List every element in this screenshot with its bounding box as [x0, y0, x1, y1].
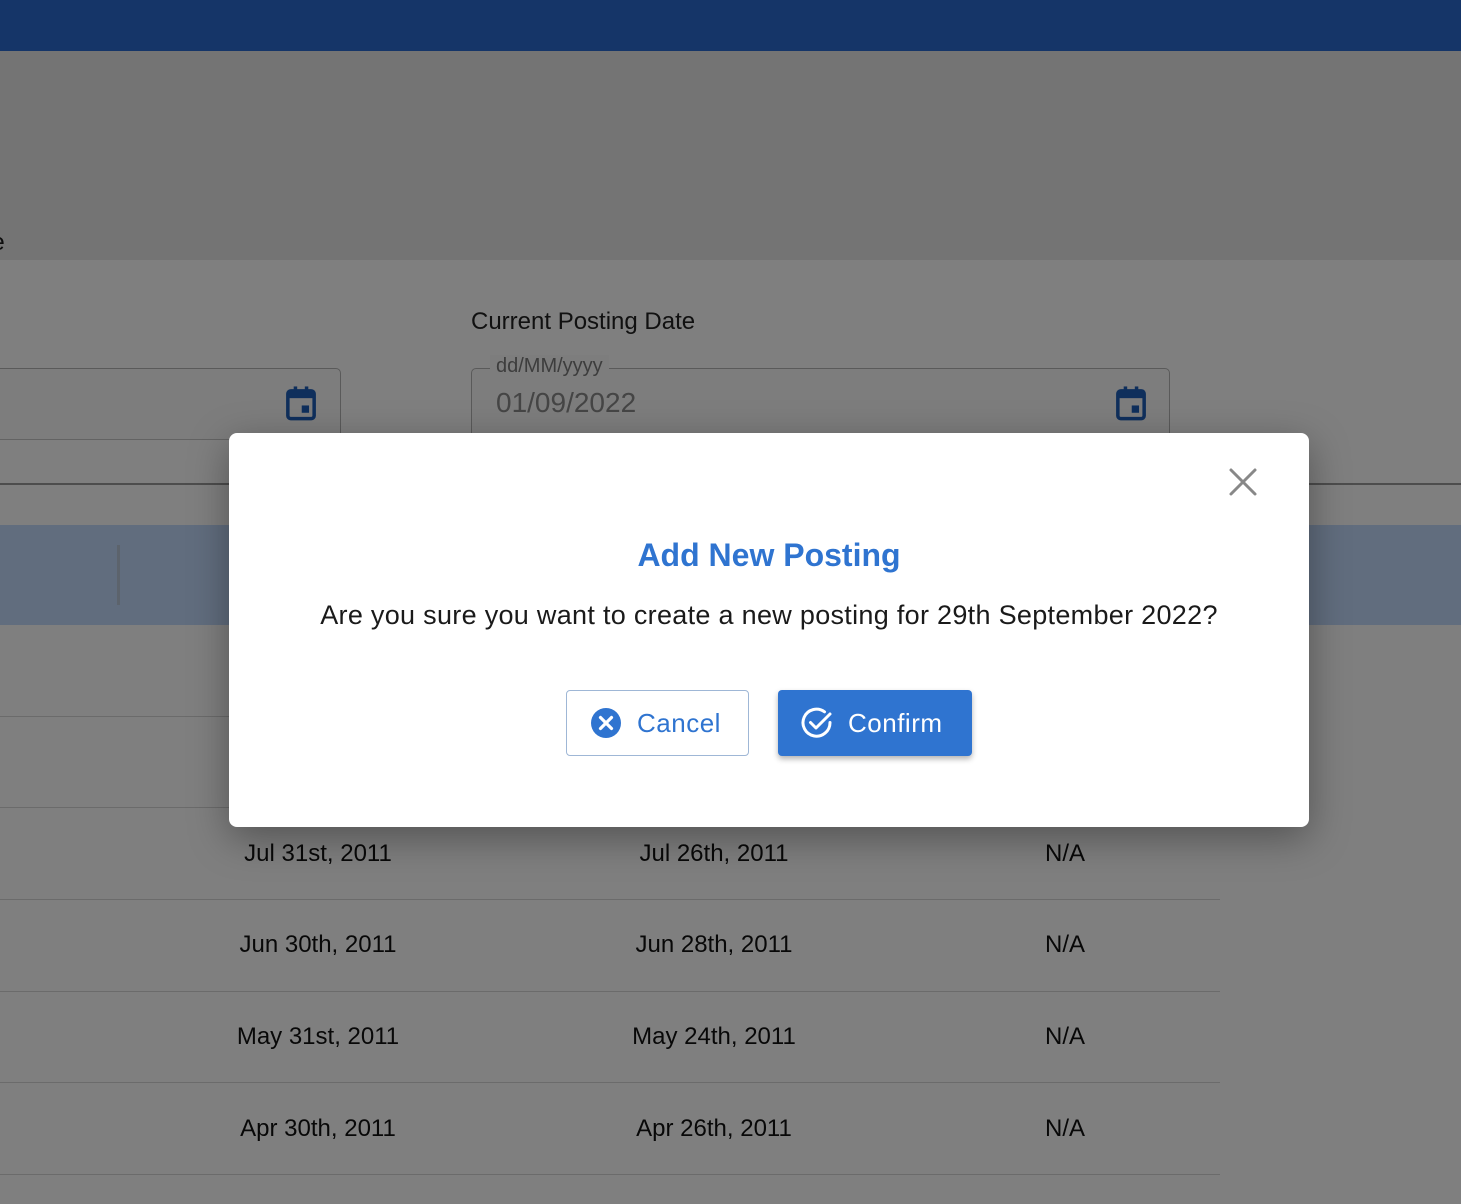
close-button[interactable]	[1223, 462, 1263, 502]
dialog-message: Are you sure you want to create a new po…	[320, 600, 1218, 630]
cancel-circle-icon	[589, 706, 623, 740]
close-icon	[1229, 468, 1257, 496]
cancel-button[interactable]: Cancel	[566, 690, 749, 756]
confirm-button[interactable]: Confirm	[778, 690, 972, 756]
check-circle-icon	[800, 706, 834, 740]
dialog-title: Add New Posting	[637, 537, 901, 573]
confirm-label: Confirm	[848, 707, 943, 738]
cancel-label: Cancel	[637, 707, 721, 738]
confirm-dialog: Add New Posting Are you sure you want to…	[229, 433, 1309, 827]
